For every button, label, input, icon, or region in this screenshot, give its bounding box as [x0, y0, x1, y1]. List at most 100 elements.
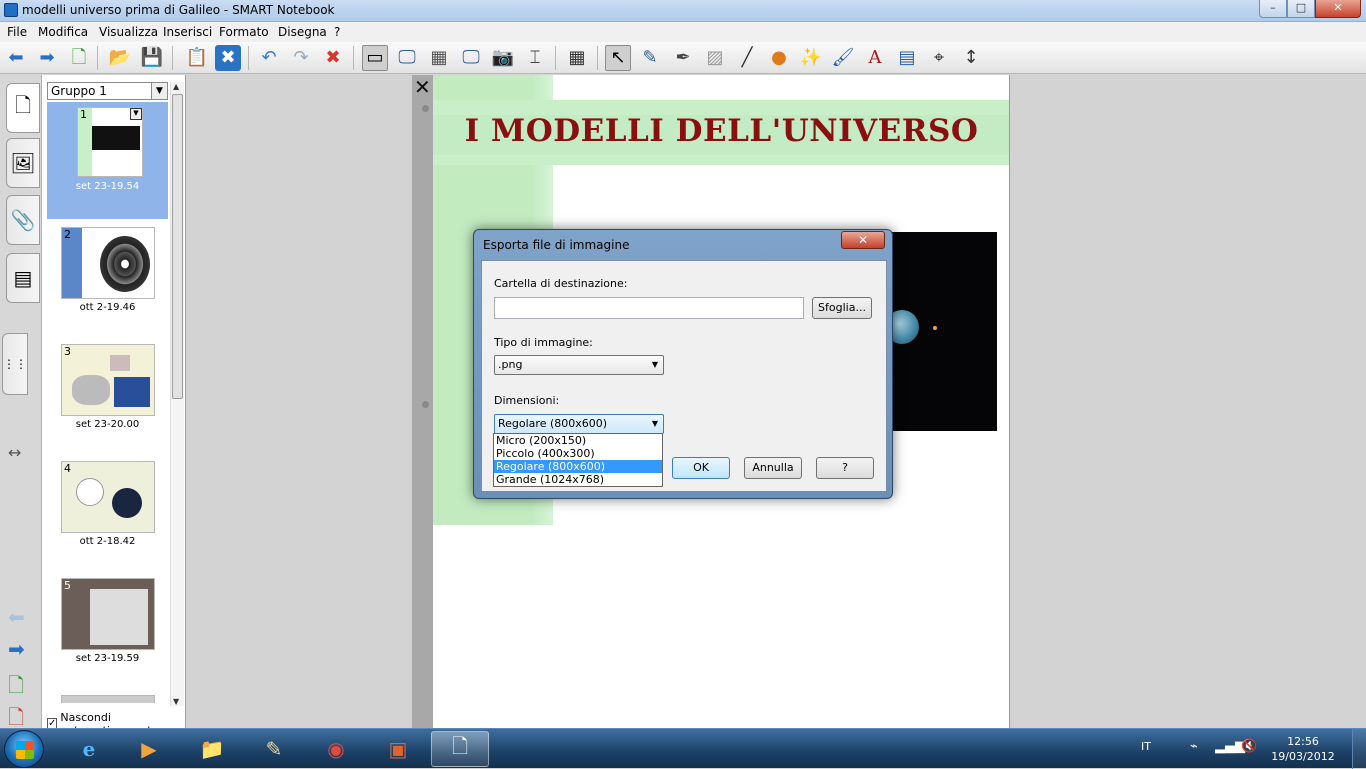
paste-icon[interactable]: 📋 [184, 45, 210, 71]
minimize-button[interactable]: – [1259, 0, 1287, 18]
slide-image [92, 126, 140, 150]
file-explorer-icon[interactable]: 📁 [183, 731, 241, 767]
dimension-option-micro[interactable]: Micro (200x150) [494, 434, 662, 447]
menu-inserisci[interactable]: Inserisci [163, 25, 212, 39]
resize-handle[interactable] [422, 401, 429, 408]
ok-button[interactable]: OK [672, 457, 730, 479]
move-toolbar-icon[interactable]: ↕ [958, 45, 984, 71]
menu-visualizza[interactable]: Visualizza [99, 25, 158, 39]
volume-muted-icon[interactable]: 🔇 [1241, 739, 1257, 754]
slide-thumbnail-3[interactable]: 3 set 23-20.00 [47, 340, 168, 457]
slide-thumbnail-1[interactable]: 1 ▼ set 23-19.54 [47, 102, 168, 219]
previous-page-icon[interactable]: ⬅ [3, 45, 29, 71]
sorter-scrollbar[interactable]: ▲ ▼ [170, 82, 184, 706]
resize-panel-icon[interactable]: ↔ [8, 443, 21, 462]
magic-pen-icon[interactable]: ✨ [798, 45, 824, 71]
save-icon[interactable]: 💾 [139, 45, 165, 71]
menu-disegna[interactable]: Disegna [278, 25, 327, 39]
browse-button[interactable]: Sfoglia... [812, 297, 872, 319]
slide-thumbnail-6[interactable] [47, 691, 168, 703]
planet-image [933, 326, 937, 330]
chevron-down-icon[interactable]: ▼ [151, 83, 167, 99]
slide-menu-icon[interactable]: ▼ [130, 108, 142, 120]
paint-icon[interactable]: ✎ [245, 731, 303, 767]
menu-help[interactable]: ? [334, 25, 340, 39]
shapes-icon[interactable]: ● [766, 45, 792, 71]
system-clock[interactable]: 12:56 19/03/2012 [1268, 734, 1338, 764]
chrome-icon[interactable]: ◉ [307, 731, 365, 767]
dialog-title: Esporta file di immagine [483, 238, 630, 252]
close-icon[interactable]: ✕ [414, 75, 431, 99]
slide-thumbnail-5[interactable]: 5 set 23-19.59 [47, 574, 168, 691]
addons-tab[interactable]: ⋮⋮ [2, 333, 28, 395]
pen-icon[interactable]: ✎ [637, 45, 663, 71]
scroll-up-icon[interactable]: ▲ [173, 82, 179, 91]
slide-thumbnail-2[interactable]: 2 ott 2-19.46 [47, 223, 168, 340]
next-page-nav-icon[interactable]: ➡ [8, 637, 25, 661]
attachments-tab[interactable]: 📎 [6, 195, 40, 245]
destination-folder-input[interactable] [494, 297, 804, 319]
slide-preview [61, 695, 155, 703]
properties-tab[interactable]: ▤ [6, 253, 40, 303]
internet-explorer-icon[interactable]: e [60, 731, 118, 767]
clock-date: 19/03/2012 [1271, 750, 1335, 763]
add-page-icon[interactable]: 🗋 [66, 45, 92, 71]
dimension-option-regolare[interactable]: Regolare (800x600) [494, 460, 662, 473]
fill-icon[interactable]: 🖌 [830, 45, 856, 71]
title-bar: modelli universo prima di Galileo - SMAR… [0, 0, 1366, 22]
dialog-close-button[interactable]: ✕ [841, 231, 885, 249]
main-toolbar: ⬅ ➡ 🗋 📂 💾 📋 ✖ ↶ ↷ ✖ ▭ 🖵 ▦ 🖵 📷 ⌶ ▦ ↖ ✎ ✒ … [0, 42, 1366, 74]
undo-icon[interactable]: ↶ [256, 45, 282, 71]
powerpoint-icon[interactable]: ▣ [369, 731, 427, 767]
dual-page-icon[interactable]: 🖵 [458, 45, 484, 71]
group-dropdown[interactable]: Gruppo 1 ▼ [47, 82, 168, 100]
resize-handle[interactable] [422, 105, 429, 112]
eraser-icon[interactable]: ▨ [702, 45, 728, 71]
page-sorter-tab[interactable]: 🗋 [6, 83, 40, 133]
table-icon[interactable]: ▦ [564, 45, 590, 71]
creative-pen-icon[interactable]: ✒ [670, 45, 696, 71]
dimensions-select[interactable]: Regolare (800x600) ▼ [494, 414, 664, 434]
delete-icon[interactable]: ✖ [215, 45, 241, 71]
gallery-tab[interactable]: 🖼 [6, 138, 40, 188]
page-title[interactable]: I MODELLI DELL'UNIVERSO [433, 113, 1009, 149]
next-page-icon[interactable]: ➡ [34, 45, 60, 71]
smart-notebook-taskbar-icon[interactable]: 🗋 [431, 731, 489, 767]
scrollbar-thumb[interactable] [172, 94, 183, 399]
text-icon[interactable]: A [862, 45, 888, 71]
open-folder-icon[interactable]: 📂 [107, 45, 133, 71]
menu-modifica[interactable]: Modifica [38, 25, 88, 39]
usb-icon[interactable]: ⌁ [1190, 739, 1198, 754]
dimensions-label: Dimensioni: [494, 394, 560, 407]
dimension-option-grande[interactable]: Grande (1024x768) [494, 473, 662, 486]
dimension-option-piccolo[interactable]: Piccolo (400x300) [494, 447, 662, 460]
close-window-button[interactable]: ✕ [1315, 0, 1361, 18]
menu-formato[interactable]: Formato [219, 25, 269, 39]
document-camera-icon[interactable]: ⌶ [522, 45, 548, 71]
slide-thumbnail-4[interactable]: 4 ott 2-18.42 [47, 457, 168, 574]
show-desktop-button[interactable] [1352, 729, 1366, 769]
media-player-icon[interactable]: ▶ [120, 731, 178, 767]
properties-icon[interactable]: ▤ [894, 45, 920, 71]
cancel-button[interactable]: Annulla [744, 457, 802, 479]
language-indicator[interactable]: IT [1141, 740, 1151, 753]
redo-icon[interactable]: ↷ [288, 45, 314, 71]
select-pointer-icon[interactable]: ↖ [605, 45, 631, 71]
menu-file[interactable]: File [7, 25, 27, 39]
previous-page-nav-icon[interactable]: ⬅ [8, 605, 25, 629]
full-screen-icon[interactable]: 🖵 [394, 45, 420, 71]
scroll-down-icon[interactable]: ▼ [173, 697, 179, 706]
screen-shade-icon[interactable]: ▭ [362, 45, 388, 71]
slide-preview: 4 [61, 461, 155, 533]
measurement-tools-icon[interactable]: ⌖ [926, 45, 952, 71]
transparent-background-icon[interactable]: ▦ [426, 45, 452, 71]
maximize-button[interactable]: □ [1287, 0, 1315, 18]
add-page-nav-icon[interactable]: 🗋 [8, 671, 24, 705]
image-type-select[interactable]: .png ▼ [494, 355, 664, 375]
clear-page-icon[interactable]: ✖ [320, 45, 346, 71]
dimensions-value: Regolare (800x600) [498, 417, 608, 430]
start-button[interactable] [4, 730, 44, 768]
line-icon[interactable]: ╱ [734, 45, 760, 71]
screen-capture-icon[interactable]: 📷 [490, 45, 516, 71]
help-button[interactable]: ? [816, 457, 874, 479]
